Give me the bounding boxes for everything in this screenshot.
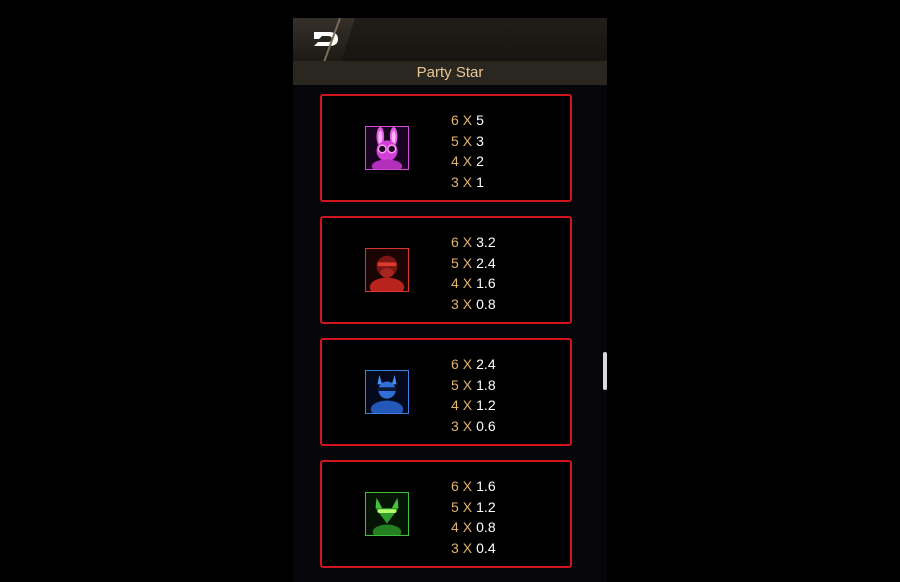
- multiply-sign: X: [462, 356, 473, 372]
- multiply-sign: X: [462, 519, 473, 535]
- payout-row: 5X3: [451, 131, 484, 152]
- multiply-sign: X: [462, 173, 473, 190]
- paytable-list[interactable]: 6X5 5X3 4X2 3X1 6X3.2 5X2.4 4X1.6: [293, 85, 607, 582]
- multiply-sign: X: [462, 153, 473, 169]
- multiply-sign: X: [462, 254, 473, 271]
- payout-row: 6 X 1.6: [451, 476, 496, 497]
- payout-value: 2.4: [476, 356, 496, 372]
- page-title: Party Star: [293, 61, 607, 85]
- payout-row: 4 X 1.2: [451, 395, 496, 416]
- payout-list: 6 X 3.2 5 X 2.4 4 X 1.6 3 X 0.8: [451, 232, 496, 314]
- match-count: 4: [451, 519, 459, 535]
- paytable-card: 6X5 5X3 4X2 3X1: [320, 94, 572, 202]
- payout-value: 0.6: [476, 417, 496, 434]
- match-count: 6: [451, 356, 459, 372]
- match-count: 6: [451, 112, 459, 128]
- payout-row: 5 X 1.8: [451, 375, 496, 396]
- payout-row: 5 X 2.4: [451, 253, 496, 274]
- multiply-sign: X: [462, 132, 473, 149]
- match-count: 5: [451, 132, 459, 149]
- payout-value: 1.2: [476, 498, 496, 515]
- payout-row: 6 X 2.4: [451, 354, 496, 375]
- payout-row: 3 X 0.6: [451, 416, 496, 437]
- payout-row: 3 X 0.4: [451, 538, 496, 559]
- payout-list: 6 X 2.4 5 X 1.8 4 X 1.2 3 X 0.6: [451, 354, 496, 436]
- payout-list: 6 X 1.6 5 X 1.2 4 X 0.8 3 X 0.4: [451, 476, 496, 558]
- payout-value: 1.6: [476, 478, 496, 494]
- payout-value: 2.4: [476, 254, 496, 271]
- match-count: 3: [451, 173, 459, 190]
- payout-row: 6 X 3.2: [451, 232, 496, 253]
- match-count: 5: [451, 498, 459, 515]
- payout-row: 4 X 0.8: [451, 517, 496, 538]
- payout-value: 3: [476, 132, 484, 149]
- paytable-card: 6 X 3.2 5 X 2.4 4 X 1.6 3 X 0.8: [320, 216, 572, 324]
- payout-row: 4X2: [451, 151, 484, 172]
- multiply-sign: X: [462, 397, 473, 413]
- payout-value: 1: [476, 173, 484, 190]
- payout-row: 3X1: [451, 172, 484, 193]
- multiply-sign: X: [462, 498, 473, 515]
- payout-list: 6X5 5X3 4X2 3X1: [451, 110, 484, 192]
- multiply-sign: X: [462, 417, 473, 434]
- payout-row: 4 X 1.6: [451, 273, 496, 294]
- payout-value: 3.2: [476, 234, 496, 250]
- payout-value: 5: [476, 112, 484, 128]
- match-count: 4: [451, 275, 459, 291]
- red-gorilla-icon: [365, 248, 409, 292]
- multiply-sign: X: [462, 112, 473, 128]
- payout-value: 2: [476, 153, 484, 169]
- match-count: 6: [451, 478, 459, 494]
- paytable-panel: Party Star 6X5 5X3 4X2 3 X 1 6 X 3.2 5 X…: [293, 18, 607, 582]
- match-count: 3: [451, 417, 459, 434]
- payout-value: 0.4: [476, 539, 496, 556]
- pink-bunny-icon: [365, 126, 409, 170]
- back-arrow-icon: [314, 32, 338, 46]
- top-bar: [293, 18, 607, 64]
- payout-value: 0.8: [476, 519, 496, 535]
- multiply-sign: X: [462, 275, 473, 291]
- multiply-sign: X: [462, 539, 473, 556]
- multiply-sign: X: [462, 295, 473, 312]
- match-count: 3: [451, 295, 459, 312]
- payout-value: 0.8: [476, 295, 496, 312]
- match-count: 4: [451, 397, 459, 413]
- payout-value: 1.2: [476, 397, 496, 413]
- multiply-sign: X: [462, 478, 473, 494]
- payout-row: 6X5: [451, 110, 484, 131]
- match-count: 6: [451, 234, 459, 250]
- payout-row: 5 X 1.2: [451, 497, 496, 518]
- paytable-card: 6 X 1.6 5 X 1.2 4 X 0.8 3 X 0.4: [320, 460, 572, 568]
- match-count: 5: [451, 376, 459, 393]
- match-count: 3: [451, 539, 459, 556]
- match-count: 4: [451, 153, 459, 169]
- payout-row: 3 X 0.8: [451, 294, 496, 315]
- payout-value: 1.8: [476, 376, 496, 393]
- payout-value: 1.6: [476, 275, 496, 291]
- multiply-sign: X: [462, 376, 473, 393]
- match-count: 5: [451, 254, 459, 271]
- green-fox-icon: [365, 492, 409, 536]
- multiply-sign: X: [462, 234, 473, 250]
- scrollbar-thumb[interactable]: [603, 352, 607, 390]
- back-button[interactable]: [293, 18, 355, 61]
- paytable-card: 6 X 2.4 5 X 1.8 4 X 1.2 3 X 0.6: [320, 338, 572, 446]
- blue-llama-icon: [365, 370, 409, 414]
